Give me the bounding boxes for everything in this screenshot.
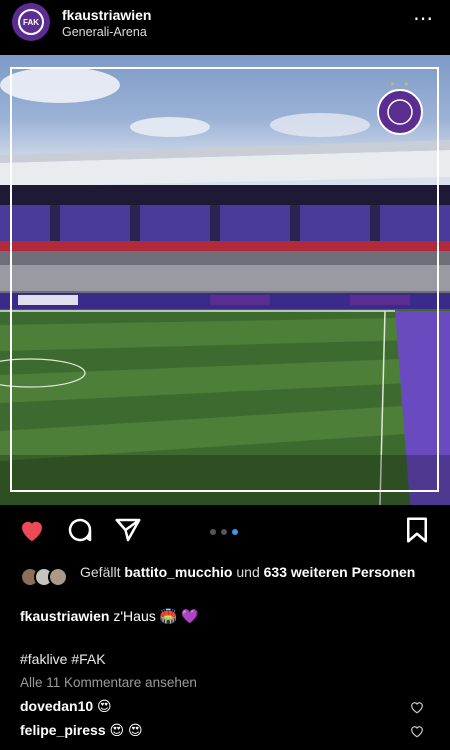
liker-username[interactable]: battito_mucchio bbox=[124, 564, 232, 580]
send-icon[interactable] bbox=[113, 515, 143, 545]
carousel-indicator bbox=[210, 529, 238, 535]
avatar-letters: FAK bbox=[23, 17, 39, 27]
comment-text: 😍 bbox=[97, 698, 112, 714]
post-photo[interactable] bbox=[0, 55, 450, 505]
avatar[interactable]: FAK bbox=[12, 3, 50, 41]
caption-username[interactable]: fkaustriawien bbox=[20, 608, 109, 624]
carousel-dot bbox=[210, 529, 216, 535]
more-options-icon[interactable]: ⋯ bbox=[413, 9, 434, 29]
comment-like-icon[interactable] bbox=[410, 701, 424, 714]
likes-count[interactable]: 633 weiteren Personen bbox=[264, 564, 416, 580]
comment-row: dovedan10 😍 bbox=[20, 698, 440, 718]
caption-text: z'Haus 🏟️ 💜 bbox=[113, 608, 199, 624]
likes-text: Gefällt battito_mucchio und 633 weiteren… bbox=[80, 564, 420, 581]
post-location[interactable]: Generali-Arena bbox=[62, 25, 147, 39]
liker-avatar bbox=[48, 567, 68, 587]
carousel-dot bbox=[221, 529, 227, 535]
avatar-crest: FAK bbox=[18, 9, 44, 35]
view-all-comments-link[interactable]: Alle 11 Kommentare ansehen bbox=[20, 675, 197, 690]
comment-text: 😍 😍 bbox=[109, 722, 143, 738]
comment-icon[interactable] bbox=[65, 515, 95, 545]
liker-avatars bbox=[20, 567, 76, 587]
action-bar bbox=[0, 515, 450, 551]
carousel-dot-active bbox=[232, 529, 238, 535]
likes-prefix: Gefällt bbox=[80, 564, 121, 580]
post-username[interactable]: fkaustriawien bbox=[62, 7, 151, 23]
heart-filled-icon[interactable] bbox=[17, 515, 47, 545]
hashtags[interactable]: #faklive #FAK bbox=[20, 651, 106, 667]
comment-like-icon[interactable] bbox=[410, 725, 424, 738]
post-caption: fkaustriawien z'Haus 🏟️ 💜 bbox=[20, 608, 198, 625]
bookmark-icon[interactable] bbox=[402, 515, 432, 545]
likes-summary[interactable]: Gefällt battito_mucchio und 633 weiteren… bbox=[20, 563, 440, 603]
post-header: FAK fkaustriawien Generali-Arena ⋯ bbox=[0, 0, 450, 55]
comment-row: felipe_piress 😍 😍 bbox=[20, 722, 440, 742]
likes-middle: und bbox=[236, 564, 260, 580]
comment-username[interactable]: felipe_piress bbox=[20, 722, 106, 738]
photo-frame bbox=[10, 67, 439, 492]
comment-username[interactable]: dovedan10 bbox=[20, 698, 93, 714]
